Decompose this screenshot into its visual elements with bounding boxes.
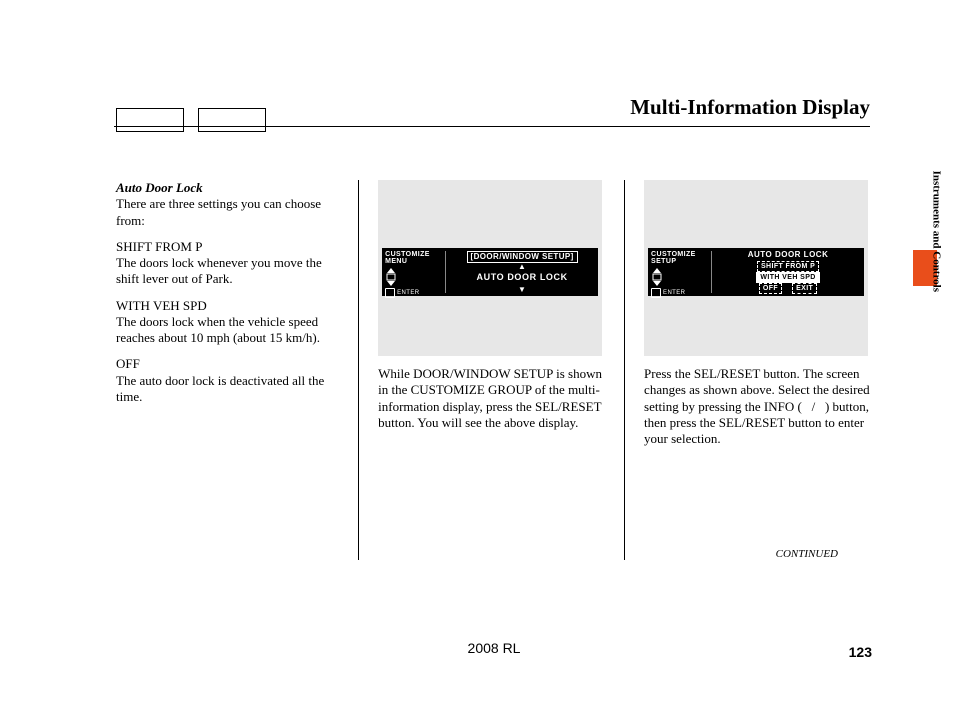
updown-arrow-icon xyxy=(385,268,397,286)
option-item: OFF xyxy=(759,283,782,294)
selected-item: AUTO DOOR LOCK xyxy=(477,272,568,283)
enter-row: ENTER xyxy=(651,288,709,298)
customize-label: CUSTOMIZE xyxy=(651,251,709,258)
option-title: OFF xyxy=(116,356,140,371)
option-off: OFF The auto door lock is deactivated al… xyxy=(116,356,340,405)
page-header: Multi-Information Display xyxy=(114,95,870,127)
updown-arrow-icon xyxy=(651,268,663,286)
menu-label: MENU xyxy=(385,258,443,265)
option-item-selected: WITH VEH SPD xyxy=(756,272,819,283)
enter-label: ENTER xyxy=(397,290,419,296)
nav-arrows-icon xyxy=(651,268,709,286)
page-footer: 2008 RL 123 xyxy=(116,640,872,656)
column-1: Auto Door Lock There are three settings … xyxy=(116,180,340,560)
customize-label: CUSTOMIZE xyxy=(385,251,443,258)
up-arrow-icon: ▲ xyxy=(518,263,526,270)
content-columns: Auto Door Lock There are three settings … xyxy=(116,180,872,560)
option-shift-from-p: SHIFT FROM P The doors lock whenever you… xyxy=(116,239,340,288)
option-title: SHIFT FROM P xyxy=(116,239,202,254)
col2-body-text: While DOOR/WINDOW SETUP is shown in the … xyxy=(378,366,606,431)
option-title: WITH VEH SPD xyxy=(116,298,207,313)
options-list: SHIFT FROM P WITH VEH SPD OFF EXIT xyxy=(716,261,860,294)
nav-arrows-icon xyxy=(385,268,443,286)
option-body: The doors lock when the vehicle speed re… xyxy=(116,314,320,345)
continued-label: CONTINUED xyxy=(776,548,838,560)
option-with-veh-spd: WITH VEH SPD The doors lock when the veh… xyxy=(116,298,340,347)
page-title: Multi-Information Display xyxy=(114,95,870,120)
header-rule xyxy=(114,126,870,127)
enter-icon xyxy=(385,288,395,298)
screen-left-panel: CUSTOMIZE SETUP ENTER xyxy=(648,248,711,296)
column-separator xyxy=(624,180,626,560)
option-body: The doors lock whenever you move the shi… xyxy=(116,255,322,286)
enter-row: ENTER xyxy=(385,288,443,298)
screen-right-panel: [DOOR/WINDOW SETUP] ▲ AUTO DOOR LOCK ▼ xyxy=(446,248,598,296)
intro-text: There are three settings you can choose … xyxy=(116,196,321,227)
option-item: SHIFT FROM P xyxy=(757,261,819,272)
column-3: CUSTOMIZE SETUP ENTER xyxy=(644,180,872,560)
enter-icon xyxy=(651,288,661,298)
panel-title: AUTO DOOR LOCK xyxy=(748,250,829,260)
option-body: The auto door lock is deactivated all th… xyxy=(116,373,324,404)
screen-left-panel: CUSTOMIZE MENU ENTER xyxy=(382,248,445,296)
mid-screen: CUSTOMIZE MENU ENTER xyxy=(382,248,598,296)
display-figure-2: CUSTOMIZE SETUP ENTER xyxy=(644,180,868,356)
column-2: CUSTOMIZE MENU ENTER xyxy=(378,180,606,560)
col3-body-text: Press the SEL/RESET button. The screen c… xyxy=(644,366,872,447)
mid-screen: CUSTOMIZE SETUP ENTER xyxy=(648,248,864,296)
subheading: Auto Door Lock xyxy=(116,180,203,195)
column-separator xyxy=(358,180,360,560)
exit-item: EXIT xyxy=(792,283,817,294)
screen-right-panel: AUTO DOOR LOCK SHIFT FROM P WITH VEH SPD… xyxy=(712,248,864,296)
auto-door-lock-intro: Auto Door Lock There are three settings … xyxy=(116,180,340,229)
model-year: 2008 RL xyxy=(116,640,872,656)
display-figure-1: CUSTOMIZE MENU ENTER xyxy=(378,180,602,356)
page-number: 123 xyxy=(849,644,872,660)
section-side-label: Instruments and Controls xyxy=(930,171,942,292)
enter-label: ENTER xyxy=(663,290,685,296)
setup-label: SETUP xyxy=(651,258,709,265)
down-arrow-icon: ▼ xyxy=(518,286,526,293)
